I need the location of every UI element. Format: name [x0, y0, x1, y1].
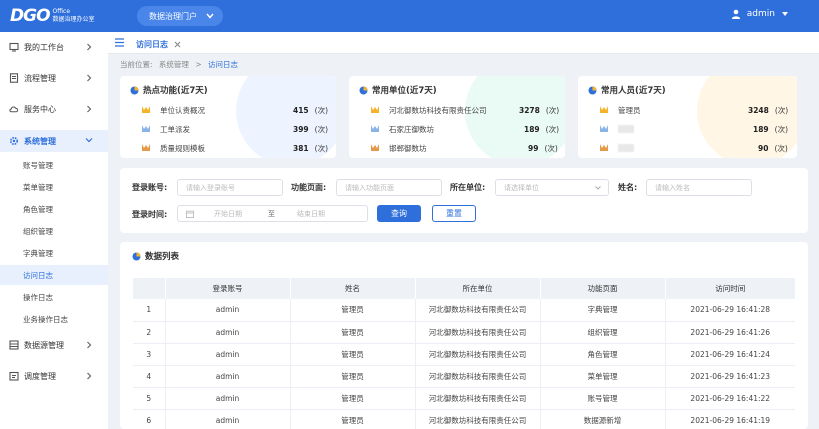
chevron-down-icon [595, 186, 601, 190]
time-label: 登录时间: [132, 210, 168, 219]
chevron-down-icon [85, 138, 93, 143]
pie-chart-icon [588, 86, 597, 94]
user-menu[interactable]: admin [731, 9, 789, 19]
user-icon [731, 9, 740, 19]
account-label: 登录账号: [132, 183, 168, 192]
username: admin [746, 9, 775, 19]
sidebar-item-service[interactable]: 服务中心 [0, 99, 108, 119]
page-input[interactable]: 请输入功能页面 [336, 179, 442, 196]
tab-access-log[interactable]: 访问日志 [130, 35, 187, 54]
gold-medal-icon [142, 106, 150, 113]
sidebar-sub-role[interactable]: 角色管理 [0, 199, 108, 219]
sidebar-item-system[interactable]: 系统管理 [0, 130, 108, 152]
sidebar-item-workbench[interactable]: 我的工作台 [0, 37, 108, 57]
start-date: 开始日期 [214, 209, 242, 218]
chevron-right-icon [87, 105, 92, 113]
common-users-card: 常用人员(近7天) 管理员 3248 (次) 189 (次) 90 (次) [578, 76, 797, 158]
silver-medal-icon [142, 125, 150, 132]
sidebar: 我的工作台 流程管理 服务中心 系统管理 账号管理 菜单管理 角色管理 组织管理… [0, 32, 108, 429]
query-button[interactable]: 查询 [377, 205, 421, 222]
card-row: 质量规则模板 [140, 141, 205, 155]
chevron-right-icon [87, 43, 92, 51]
database-icon [9, 340, 19, 350]
card-row [598, 141, 634, 155]
calendar-icon [186, 210, 194, 218]
date-range-picker[interactable]: 开始日期 至 结束日期 [177, 205, 368, 222]
close-icon[interactable] [174, 41, 181, 48]
chevron-right-icon [87, 341, 92, 349]
silver-medal-icon [371, 125, 379, 132]
sidebar-item-process[interactable]: 流程管理 [0, 68, 108, 88]
filter-panel: 登录账号: 请输入登录账号 功能页面: 请输入功能页面 所在单位: 请选择单位 … [120, 168, 808, 233]
breadcrumb-current: 访问日志 [208, 60, 238, 69]
page-label: 功能页面: [291, 183, 327, 192]
menu-toggle-icon[interactable] [114, 37, 125, 48]
common-units-card: 常用单位(近7天) 河北御数坊科技有限责任公司 3278 (次) 石家庄御数坊 1… [349, 76, 565, 158]
sidebar-sub-operation-log[interactable]: 操作日志 [0, 287, 108, 307]
hot-features-card: 热点功能(近7天) 单位认责概况 415 (次) 工单派发 399 (次) 质量规则… [120, 76, 336, 158]
sidebar-sub-access-log[interactable]: 访问日志 [0, 265, 108, 285]
data-list-panel: 数据列表 登录账号 姓名 所在单位 功能页面 访问时间 1 admin 管理员 河北御… [120, 242, 808, 429]
redacted-name [618, 144, 634, 152]
schedule-icon [9, 371, 19, 381]
name-input[interactable]: 请输入姓名 [646, 179, 752, 196]
top-bar: DGO Office 数据治理办公室 数据治理门户 admin [0, 0, 819, 32]
bronze-medal-icon [142, 144, 150, 151]
table-row[interactable]: 5 admin 管理员 河北御数坊科技有限责任公司 账号管理 2021-06-29 16:… [133, 387, 795, 410]
unit-select[interactable]: 请选择单位 [495, 179, 609, 196]
table-row[interactable]: 1 admin 管理员 河北御数坊科技有限责任公司 字典管理 2021-06-29 16:… [133, 299, 795, 322]
bronze-medal-icon [371, 144, 379, 151]
logo[interactable]: DGO Office 数据治理办公室 [10, 5, 95, 27]
redacted-name [618, 125, 634, 133]
data-table: 登录账号 姓名 所在单位 功能页面 访问时间 1 admin 管理员 河北御数坊科技有… [133, 278, 795, 429]
gold-medal-icon [371, 106, 379, 113]
logo-sub-en: Office [52, 8, 71, 15]
bronze-medal-icon [600, 144, 608, 151]
card-row: 邯郸御数坊 [369, 141, 427, 155]
end-date: 结束日期 [297, 209, 325, 218]
table-header: 登录账号 姓名 所在单位 功能页面 访问时间 [133, 278, 795, 299]
card-row: 管理员 [598, 103, 641, 117]
sidebar-sub-business-log[interactable]: 业务操作日志 [0, 309, 108, 329]
sidebar-sub-org[interactable]: 组织管理 [0, 221, 108, 241]
gold-medal-icon [600, 106, 608, 113]
pie-chart-icon [130, 86, 139, 94]
sidebar-item-datasource[interactable]: 数据源管理 [0, 335, 108, 355]
reset-button[interactable]: 重置 [432, 205, 476, 222]
breadcrumb: 当前位置: 系统管理 > 访问日志 [120, 60, 238, 69]
portal-dropdown[interactable]: 数据治理门户 [137, 6, 223, 26]
chevron-down-icon [206, 13, 214, 19]
unit-label: 所在单位: [450, 183, 486, 192]
logo-sub-cn: 数据治理办公室 [52, 16, 95, 23]
chevron-right-icon [87, 372, 92, 380]
table-row[interactable]: 2 admin 管理员 河北御数坊科技有限责任公司 组织管理 2021-06-29 16:… [133, 321, 795, 344]
table-row[interactable]: 6 admin 管理员 河北御数坊科技有限责任公司 数据源新增 2021-06-29 16… [133, 409, 795, 429]
card-row: 石家庄御数坊 [369, 122, 434, 136]
cloud-icon [9, 106, 19, 113]
card-row: 工单派发 [140, 122, 190, 136]
name-label: 姓名: [618, 183, 638, 192]
breadcrumb-parent[interactable]: 系统管理 [159, 60, 189, 69]
gear-icon [9, 136, 19, 146]
logo-mark: DGO [10, 6, 51, 26]
pie-chart-icon [132, 252, 141, 260]
portal-label: 数据治理门户 [149, 11, 197, 21]
caret-down-icon [782, 12, 788, 16]
card-row: 单位认责概况 [140, 103, 205, 117]
pie-chart-icon [359, 86, 368, 94]
table-row[interactable]: 4 admin 管理员 河北御数坊科技有限责任公司 菜单管理 2021-06-29 16:… [133, 365, 795, 388]
chevron-right-icon [87, 74, 92, 82]
sidebar-sub-account[interactable]: 账号管理 [0, 155, 108, 175]
card-row: 河北御数坊科技有限责任公司 [369, 103, 487, 117]
silver-medal-icon [600, 125, 608, 132]
sidebar-item-schedule[interactable]: 调度管理 [0, 366, 108, 386]
card-row [598, 122, 634, 136]
table-row[interactable]: 3 admin 管理员 河北御数坊科技有限责任公司 角色管理 2021-06-29 16:… [133, 343, 795, 366]
document-icon [9, 73, 19, 83]
sidebar-sub-menu[interactable]: 菜单管理 [0, 177, 108, 197]
account-input[interactable]: 请输入登录账号 [177, 179, 283, 196]
tab-bar: 访问日志 [108, 32, 819, 54]
sidebar-sub-dict[interactable]: 字典管理 [0, 243, 108, 263]
workbench-icon [9, 42, 19, 52]
